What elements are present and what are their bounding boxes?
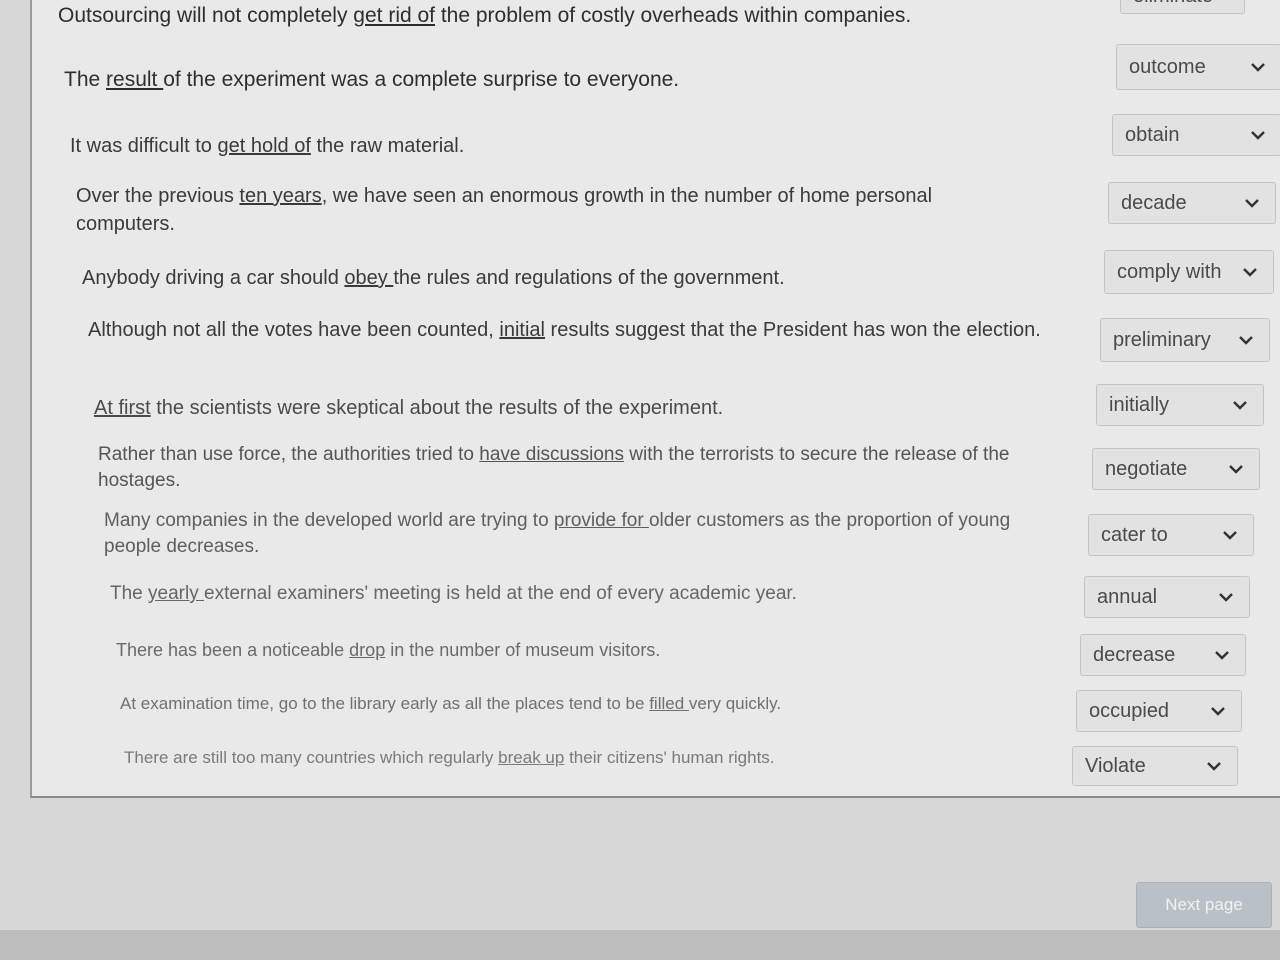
- sentence: It was difficult to get hold of the raw …: [70, 135, 465, 157]
- target-phrase: get rid of: [353, 4, 436, 27]
- target-phrase: ten years: [239, 185, 322, 207]
- chevron-down-icon: [1237, 331, 1255, 349]
- target-phrase: At first: [94, 397, 151, 419]
- chevron-down-icon: [1213, 646, 1231, 664]
- target-phrase: yearly: [148, 583, 204, 604]
- chevron-down-icon: [1227, 460, 1245, 478]
- answer-value: decade: [1121, 191, 1187, 214]
- answer-dropdown[interactable]: decrease: [1080, 634, 1246, 676]
- target-phrase: filled: [649, 694, 689, 713]
- sentence: The result of the experiment was a compl…: [64, 68, 680, 91]
- answer-value: decrease: [1093, 643, 1176, 666]
- next-page-button[interactable]: Next page: [1136, 882, 1272, 928]
- answer-dropdown[interactable]: occupied: [1076, 690, 1242, 732]
- target-phrase: result: [106, 68, 164, 91]
- chevron-down-icon: [1241, 263, 1259, 281]
- answer-dropdown[interactable]: decade: [1108, 182, 1276, 224]
- answer-dropdown[interactable]: preliminary: [1100, 318, 1270, 362]
- target-phrase: drop: [349, 640, 386, 660]
- chevron-down-icon: [1249, 58, 1267, 76]
- answer-value: Violate: [1085, 754, 1146, 777]
- target-phrase: break up: [498, 748, 565, 767]
- sentence: Anybody driving a car should obey the ru…: [82, 267, 785, 289]
- answer-value: initially: [1109, 393, 1170, 416]
- chevron-down-icon: [1217, 588, 1235, 606]
- sentence: At first the scientists were skeptical a…: [94, 397, 724, 419]
- sentence: At examination time, go to the library e…: [120, 694, 782, 713]
- target-phrase: get hold of: [217, 135, 311, 157]
- exercise-panel: Outsourcing will not completely get rid …: [30, 0, 1280, 798]
- chevron-down-icon: [1243, 194, 1261, 212]
- answer-dropdown[interactable]: eliminate: [1120, 0, 1245, 14]
- sentence: Many companies in the developed world ar…: [104, 510, 1011, 557]
- answer-dropdown[interactable]: obtain: [1112, 114, 1280, 156]
- chevron-down-icon: [1205, 757, 1223, 775]
- target-phrase: initial: [499, 319, 545, 341]
- screen-bottom-edge: [0, 930, 1280, 960]
- sentence: Over the previous ten years, we have see…: [76, 185, 933, 235]
- chevron-down-icon: [1249, 126, 1267, 144]
- answer-value: occupied: [1089, 699, 1170, 722]
- target-phrase: have discussions: [479, 444, 624, 465]
- answer-dropdown[interactable]: initially: [1096, 384, 1264, 426]
- answer-dropdown[interactable]: Violate: [1072, 746, 1238, 786]
- answer-dropdown[interactable]: outcome: [1116, 44, 1280, 90]
- target-phrase: obey: [344, 267, 394, 289]
- sentence: There has been a noticeable drop in the …: [116, 640, 661, 660]
- answer-dropdown[interactable]: annual: [1084, 576, 1250, 618]
- answer-value: negotiate: [1105, 457, 1188, 480]
- answer-dropdown[interactable]: comply with: [1104, 250, 1274, 294]
- sentence: Outsourcing will not completely get rid …: [58, 4, 912, 27]
- target-phrase: provide for: [553, 510, 649, 531]
- sentence: Rather than use force, the authorities t…: [98, 444, 1010, 491]
- chevron-down-icon: [1209, 702, 1227, 720]
- chevron-down-icon: [1221, 526, 1239, 544]
- answer-value: obtain: [1125, 123, 1180, 146]
- answer-value: cater to: [1101, 523, 1168, 546]
- answer-value: eliminate: [1133, 0, 1213, 8]
- answer-value: annual: [1097, 585, 1158, 608]
- answer-dropdown[interactable]: negotiate: [1092, 448, 1260, 490]
- sentence: The yearly external examiners' meeting i…: [110, 583, 797, 604]
- answer-value: preliminary: [1113, 328, 1211, 351]
- chevron-down-icon: [1231, 396, 1249, 414]
- answer-value: outcome: [1129, 55, 1206, 78]
- sentence: There are still too many countries which…: [124, 748, 775, 767]
- answer-dropdown[interactable]: cater to: [1088, 514, 1254, 556]
- answer-value: comply with: [1117, 260, 1222, 283]
- sentence: Although not all the votes have been cou…: [88, 319, 1041, 341]
